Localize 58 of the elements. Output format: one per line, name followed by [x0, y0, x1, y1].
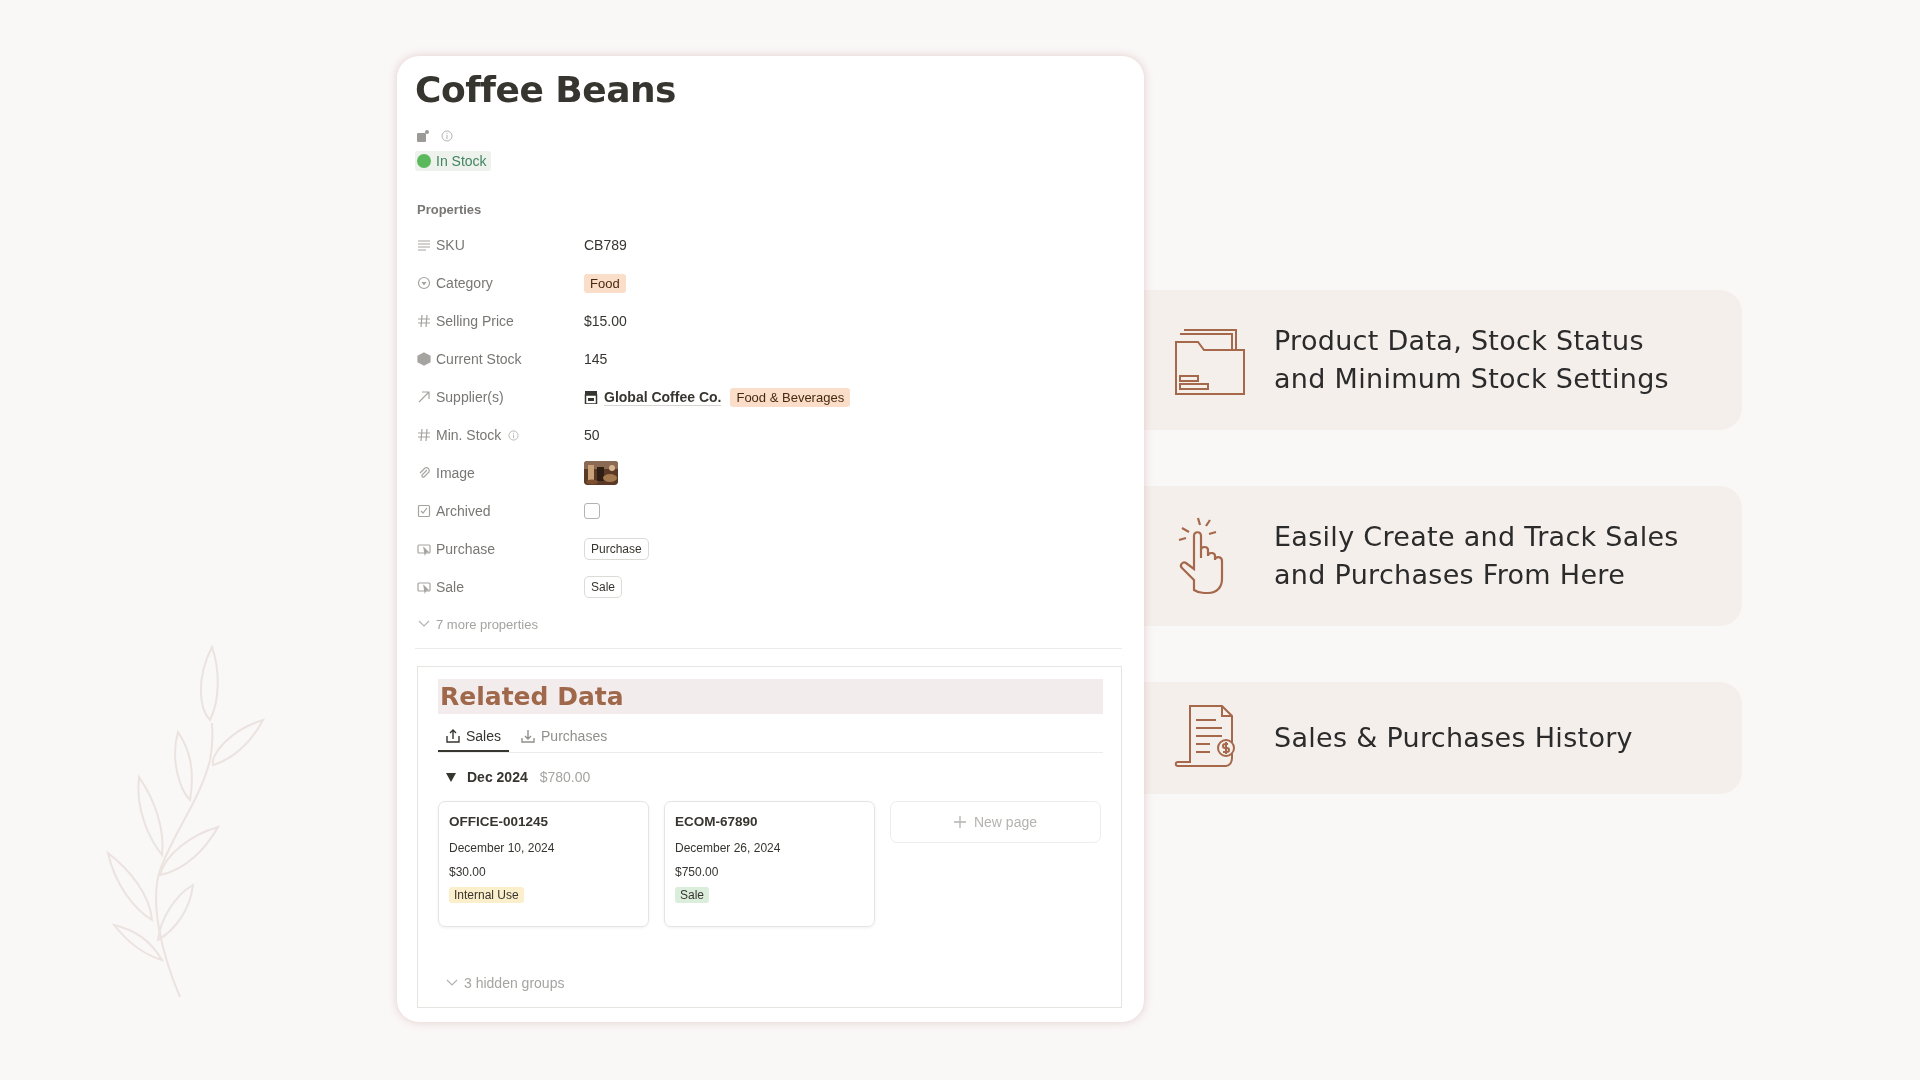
record-card[interactable]: ECOM-67890 December 26, 2024 $750.00 Sale	[664, 801, 875, 927]
cursor-icon	[417, 580, 431, 594]
feature-text: Sales & Purchases History	[1274, 721, 1633, 755]
action-button[interactable]: Purchase	[584, 538, 649, 560]
property-label: Selling Price	[436, 313, 514, 329]
hash-icon	[417, 314, 431, 328]
property-value: 145	[584, 351, 608, 367]
property-value: 50	[584, 427, 600, 443]
upload-icon	[446, 729, 460, 743]
card-date: December 26, 2024	[675, 841, 781, 855]
download-icon	[521, 729, 536, 743]
property-label: Image	[436, 465, 475, 481]
action-button[interactable]: Sale	[584, 576, 623, 598]
property-label: SKU	[436, 237, 465, 253]
card-date: December 10, 2024	[449, 841, 555, 855]
page-title: Coffee Beans	[415, 68, 678, 112]
property-label: Archived	[436, 503, 491, 519]
supplier-tag: Food & Beverages	[730, 387, 851, 407]
property-value: $15.00	[584, 313, 627, 329]
property-label: Supplier(s)	[436, 389, 504, 405]
arrow-icon	[417, 390, 431, 404]
cube-icon	[417, 130, 429, 142]
card-amount: $750.00	[675, 865, 719, 879]
property-label: Category	[436, 275, 493, 291]
cursor-icon	[417, 542, 431, 556]
category-tag: Food	[584, 273, 626, 293]
group-total: $780.00	[539, 769, 591, 785]
box-icon	[417, 352, 431, 366]
hash-icon	[417, 428, 431, 442]
section-heading: Related Data	[438, 679, 1103, 714]
section-label: Properties	[417, 202, 483, 217]
property-label: Purchase	[436, 541, 496, 557]
card-title: ECOM-67890	[675, 814, 758, 829]
card-amount: $30.00	[449, 865, 486, 879]
info-icon	[441, 130, 453, 142]
chevron-down-icon	[418, 620, 430, 628]
supplier-link[interactable]: Global Coffee Co.	[604, 388, 722, 406]
type-tag: Sale	[675, 887, 710, 903]
property-label: Min. Stock	[436, 427, 502, 443]
feature-text: Easily Create and Track Sales and Purchases From Here	[1274, 520, 1679, 592]
view-tab[interactable]: Sales	[438, 722, 510, 752]
store-icon	[584, 390, 598, 404]
plus-icon	[953, 816, 966, 828]
checkbox-icon	[417, 504, 431, 518]
property-label: Sale	[436, 579, 465, 595]
text-lines-icon	[417, 238, 431, 252]
chevron-down-icon	[446, 979, 458, 987]
type-tag: Internal Use	[449, 887, 524, 903]
group-header[interactable]: Dec 2024 $780.00	[446, 765, 1103, 789]
record-card[interactable]: OFFICE-001245 December 10, 2024 $30.00 Internal Use	[438, 801, 649, 927]
dropdown-icon	[417, 276, 431, 290]
property-value: CB789	[584, 237, 627, 253]
feature-text: Product Data, Stock Status and Minimum Stock Settings	[1274, 324, 1669, 396]
card-title: OFFICE-001245	[449, 814, 549, 829]
archived-checkbox[interactable]	[584, 503, 600, 519]
paperclip-icon	[417, 466, 431, 480]
status-label: In Stock	[436, 153, 487, 169]
property-label: Current Stock	[436, 351, 522, 367]
